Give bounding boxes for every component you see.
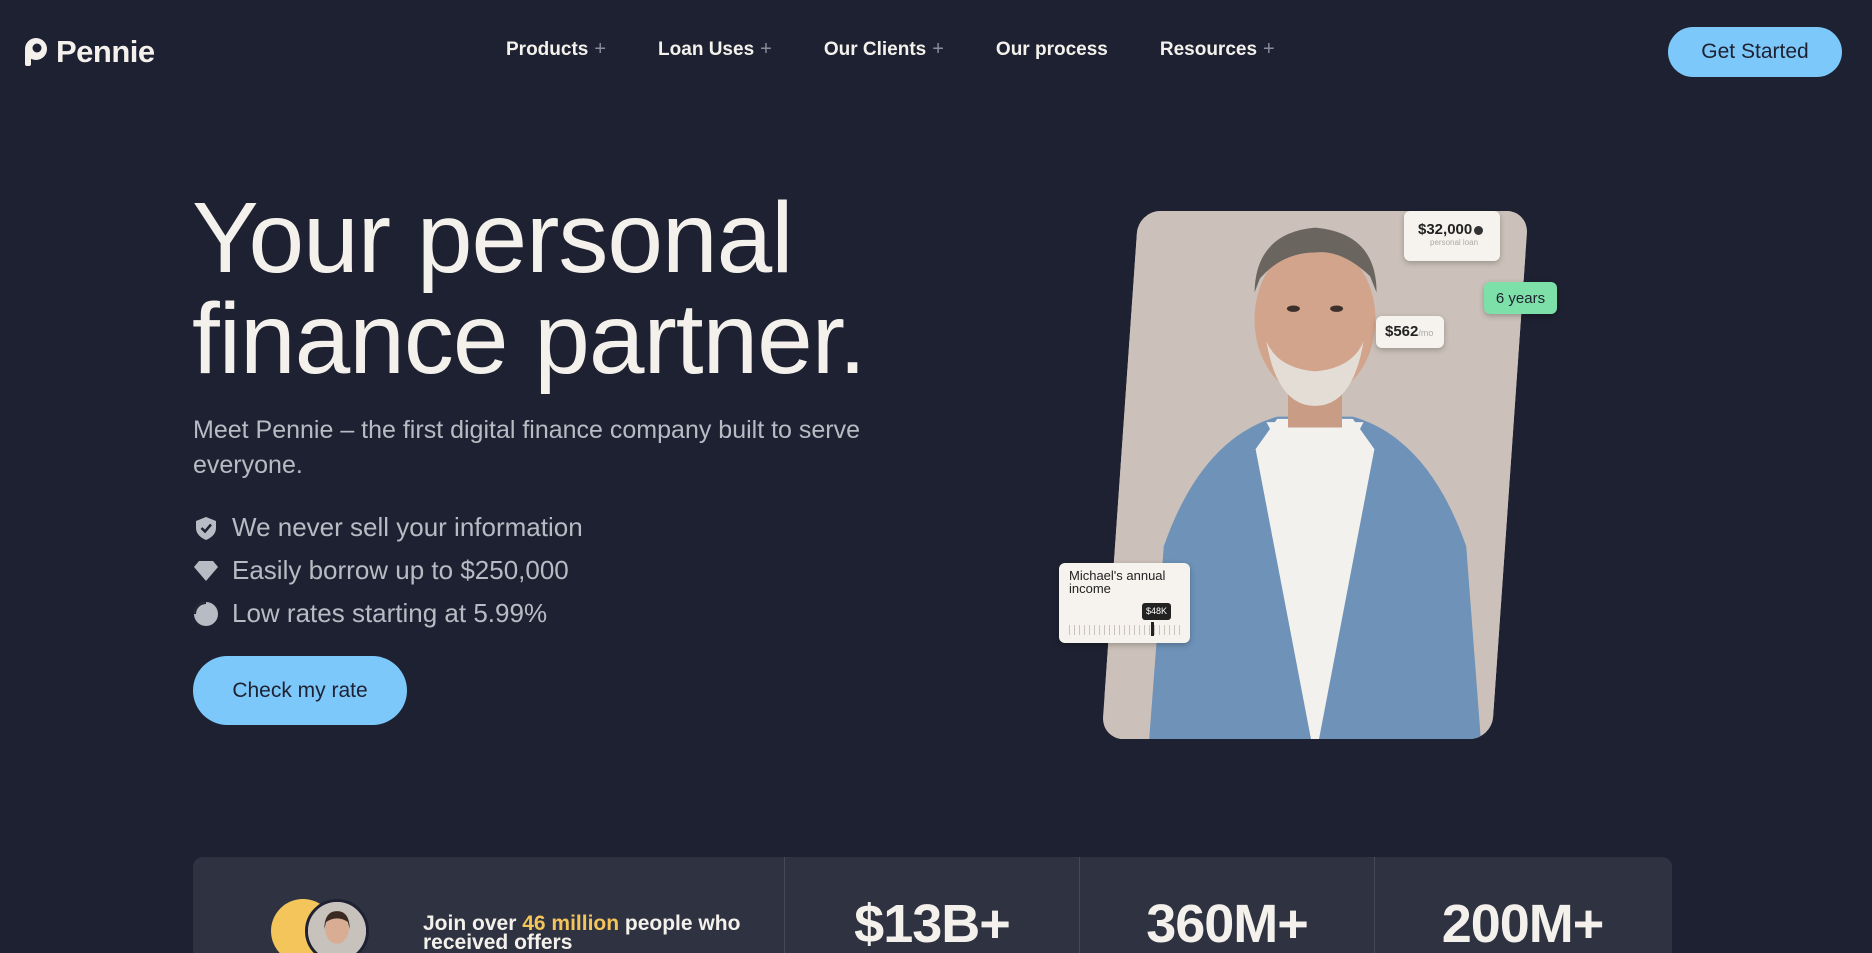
income-slider-handle — [1151, 622, 1154, 636]
hero-title-line-1: Your personal — [192, 182, 793, 294]
join-stat: Join over 46 million people who received… — [193, 857, 785, 953]
join-text: Join over 46 million people who received… — [423, 913, 743, 953]
nav-our-clients[interactable]: Our Clients + — [824, 38, 944, 61]
stat-value: 360M+ — [1146, 894, 1309, 953]
stat-item: 360M+ — [1080, 857, 1375, 953]
man-portrait-image — [1104, 211, 1526, 739]
logo[interactable]: Pennie — [22, 34, 155, 70]
loan-amount: $32,000 — [1418, 221, 1473, 238]
income-label: Michael's annual income — [1069, 568, 1166, 596]
nav-our-process[interactable]: Our process — [996, 38, 1108, 61]
woman-avatar-image — [308, 902, 366, 953]
nav-resources[interactable]: Resources + — [1160, 38, 1275, 61]
nav-loan-uses[interactable]: Loan Uses + — [658, 38, 772, 61]
nav-products-label: Products — [506, 38, 589, 60]
diamond-icon — [194, 560, 218, 581]
hero-subtitle: Meet Pennie – the first digital finance … — [193, 416, 861, 479]
logo-text: Pennie — [56, 34, 155, 69]
feature-text: We never sell your information — [232, 512, 583, 542]
avatar-group — [271, 899, 391, 953]
hero-photo — [1101, 211, 1529, 739]
nav-loan-uses-label: Loan Uses — [658, 38, 755, 60]
monthly-payment: $562 — [1385, 323, 1419, 340]
feature-list: We never sell your information Easily bo… — [193, 506, 583, 635]
feature-item: We never sell your information — [193, 506, 583, 549]
shield-check-icon — [196, 516, 216, 540]
income-slider-track — [1069, 625, 1180, 635]
monthly-payment-tag: $562/mo — [1376, 316, 1444, 348]
feature-text: Low rates starting at 5.99% — [232, 598, 548, 628]
loan-amount-tag: $32,000 personal loan — [1404, 211, 1500, 261]
stat-item: 200M+ — [1375, 857, 1670, 953]
main-nav: Products + Loan Uses + Our Clients + Our… — [506, 38, 1275, 61]
nav-our-process-label: Our process — [995, 38, 1108, 60]
monthly-unit: /mo — [1418, 328, 1434, 338]
loan-caption: personal loan — [1430, 238, 1479, 247]
pie-chart-icon — [194, 601, 218, 626]
plus-icon: + — [760, 38, 772, 60]
feature-item: Low rates starting at 5.99% — [193, 592, 583, 635]
hero-title-line-2: finance partner. — [192, 283, 866, 395]
feature-item: Easily borrow up to $250,000 — [193, 549, 583, 592]
feature-text: Easily borrow up to $250,000 — [232, 555, 569, 585]
stats-bar: Join over 46 million people who received… — [193, 857, 1672, 953]
annual-income-tag: Michael's annual income $48K — [1059, 563, 1190, 643]
plus-icon: + — [1263, 38, 1275, 60]
plus-icon: + — [932, 38, 944, 60]
nav-products[interactable]: Products + — [506, 38, 606, 61]
loan-term-tag: 6 years — [1484, 282, 1557, 314]
stat-value: 200M+ — [1441, 894, 1605, 953]
info-dot-icon — [1474, 225, 1484, 235]
nav-our-clients-label: Our Clients — [823, 38, 927, 60]
stat-value: $13B+ — [854, 894, 1011, 953]
check-my-rate-button[interactable]: Check my rate — [193, 656, 407, 725]
pennie-logo-icon — [25, 38, 47, 66]
get-started-button[interactable]: Get Started — [1668, 27, 1842, 77]
nav-resources-label: Resources — [1159, 38, 1258, 60]
avatar — [305, 899, 369, 953]
income-value: $48K — [1142, 603, 1172, 620]
loan-term: 6 years — [1495, 289, 1546, 307]
plus-icon: + — [594, 38, 607, 60]
stat-item: $13B+ — [785, 857, 1080, 953]
hero-title: Your personal finance partner. — [192, 182, 866, 395]
